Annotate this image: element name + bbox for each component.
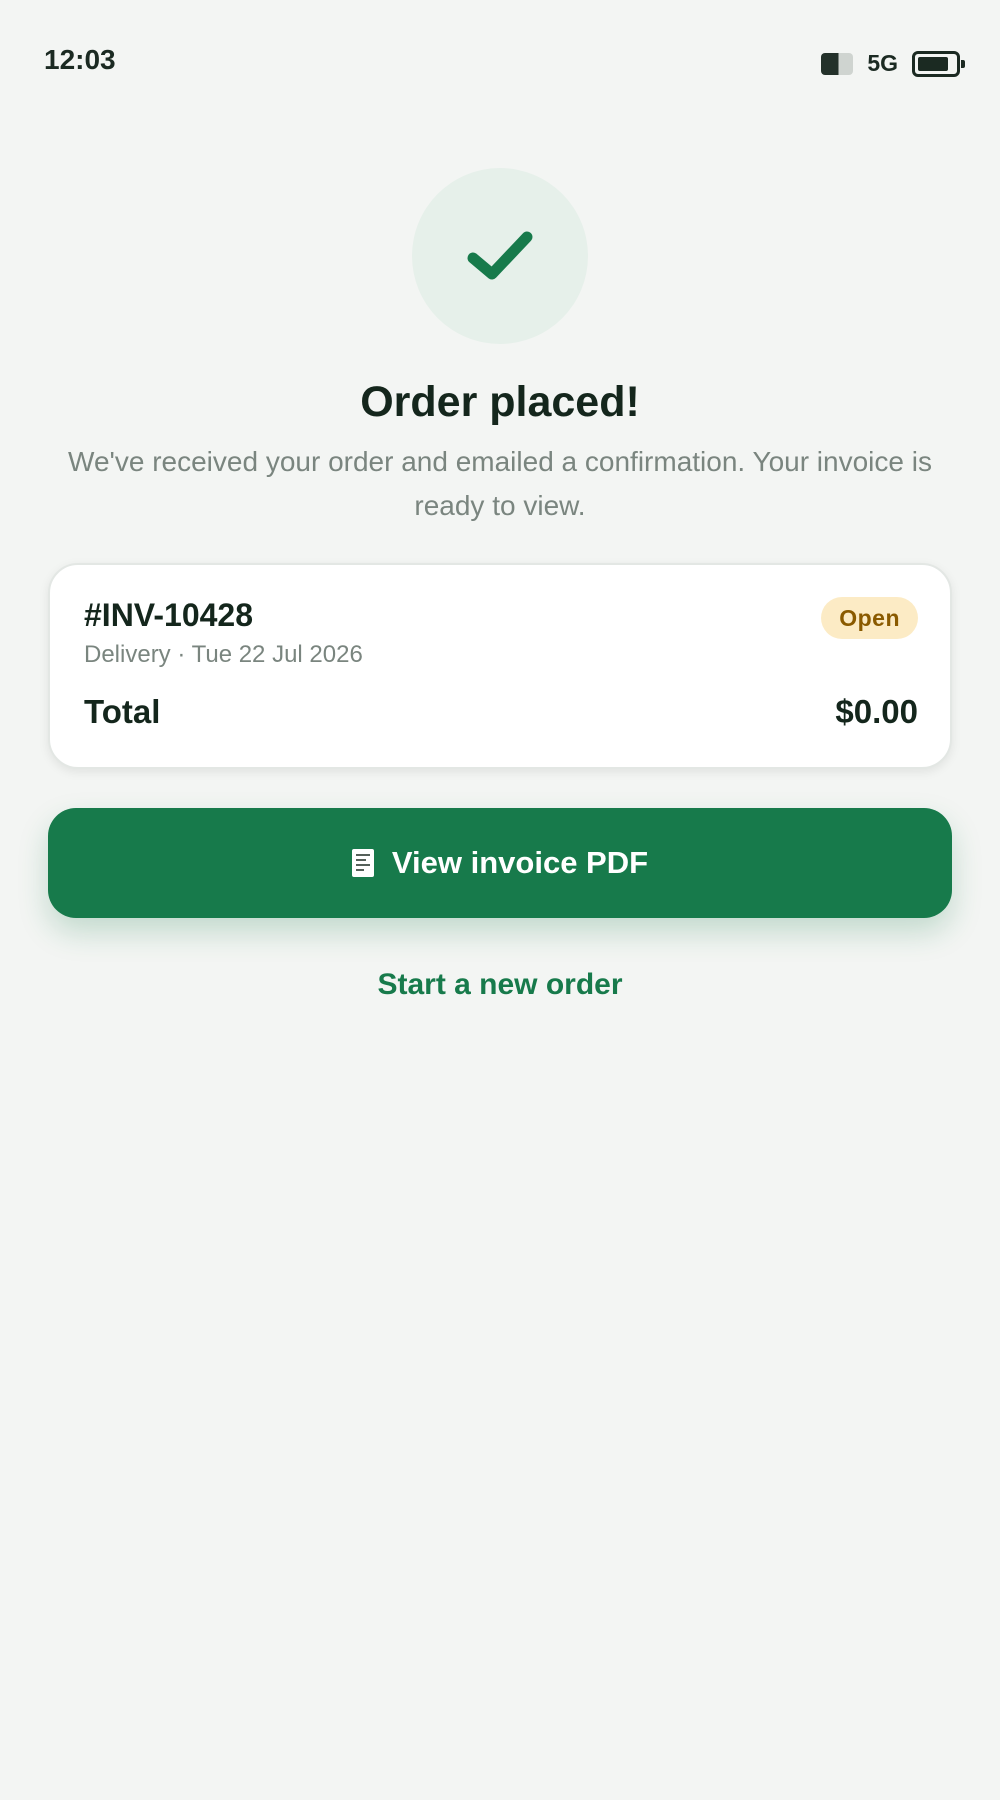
status-bar: 12:03 5G (0, 0, 1000, 120)
status-indicators: 5G (821, 50, 965, 77)
network-label: 5G (867, 50, 898, 76)
view-invoice-pdf-button[interactable]: View invoice PDF (48, 808, 952, 918)
confirmation-message: We've received your order and emailed a … (68, 446, 932, 521)
status-time: 12:03 (44, 44, 116, 75)
view-invoice-label: View invoice PDF (391, 845, 649, 880)
invoice-card: #INV-10428 Delivery · Tue 22 Jul 2026 Op… (48, 563, 952, 769)
total-value: $0.00 (835, 693, 918, 730)
signal-icon (821, 52, 854, 75)
battery-icon (912, 50, 965, 77)
start-new-order-link[interactable]: Start a new order (0, 968, 1000, 1002)
checkmark-icon (467, 231, 533, 280)
page-title: Order placed! (360, 378, 640, 426)
success-badge (412, 168, 588, 344)
invoice-number: #INV-10428 (84, 597, 254, 633)
status-badge: Open (821, 597, 918, 639)
invoice-meta: Delivery · Tue 22 Jul 2026 (84, 641, 363, 668)
total-label: Total (84, 693, 161, 730)
receipt-icon (351, 849, 374, 877)
